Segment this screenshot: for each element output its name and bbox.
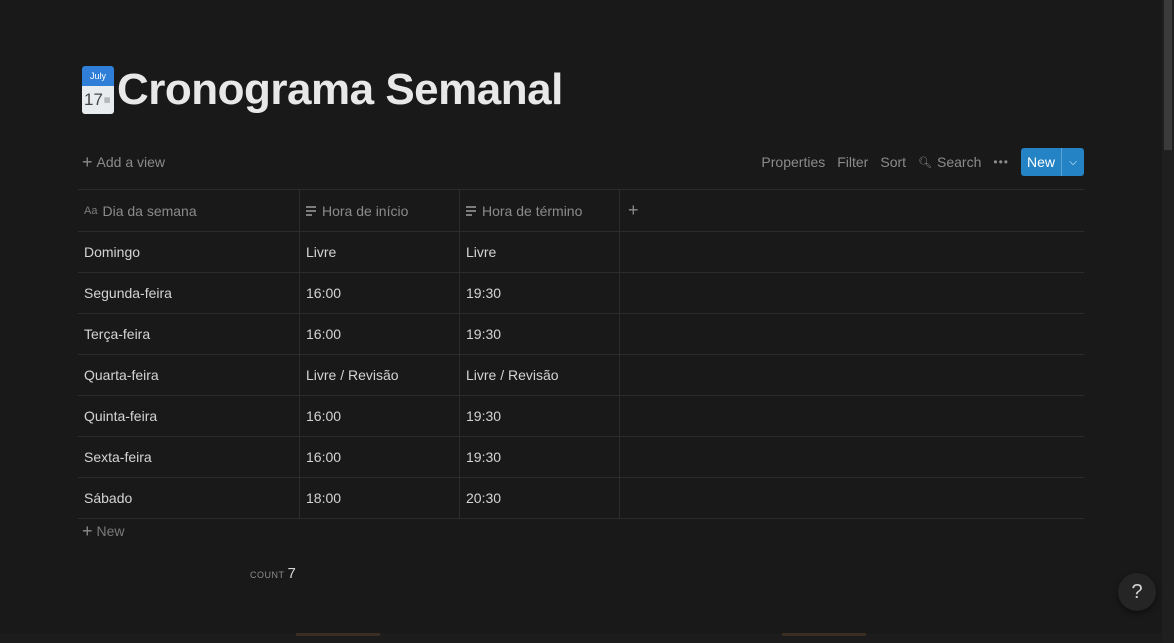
row-count[interactable]: COUNT 7: [250, 565, 296, 582]
calendar-icon[interactable]: July 17 ▦: [82, 66, 114, 114]
properties-button[interactable]: Properties: [761, 154, 825, 170]
page-header: July 17 ▦ Cronograma Semanal: [82, 62, 563, 118]
add-row-label: New: [96, 523, 125, 539]
page-title[interactable]: Cronograma Semanal: [117, 65, 563, 115]
cell-dia-da-semana[interactable]: Domingo: [78, 232, 299, 272]
cell-hora-de-termino[interactable]: 20:30: [459, 478, 619, 518]
divider: [782, 633, 866, 636]
cell-hora-de-inicio[interactable]: Livre: [299, 232, 459, 272]
cell-hora-de-termino[interactable]: Livre / Revisão: [459, 355, 619, 395]
table-row[interactable]: Sábado 18:00 20:30: [78, 477, 1084, 519]
help-icon: ?: [1131, 580, 1143, 603]
cell-empty: [619, 273, 1084, 313]
cell-empty: [619, 478, 1084, 518]
text-property-icon: [466, 204, 476, 218]
cell-hora-de-inicio[interactable]: 16:00: [299, 314, 459, 354]
plus-icon: +: [82, 521, 93, 541]
cell-dia-da-semana[interactable]: Sábado: [78, 478, 299, 518]
cell-dia-da-semana[interactable]: Quarta-feira: [78, 355, 299, 395]
cell-hora-de-inicio[interactable]: 16:00: [299, 273, 459, 313]
new-button[interactable]: New ⌵: [1020, 148, 1084, 176]
table-header-row: Aa Dia da semana Hora de início Hora de …: [78, 189, 1084, 231]
table-row[interactable]: Quarta-feira Livre / Revisão Livre / Rev…: [78, 354, 1084, 395]
add-view-label: Add a view: [96, 154, 165, 170]
cell-hora-de-inicio[interactable]: 18:00: [299, 478, 459, 518]
help-button[interactable]: ?: [1118, 573, 1156, 611]
cell-hora-de-inicio[interactable]: 16:00: [299, 437, 459, 477]
filter-button[interactable]: Filter: [837, 154, 868, 170]
title-property-icon: Aa: [84, 204, 98, 217]
add-property-button[interactable]: +: [619, 190, 1084, 231]
cell-hora-de-inicio[interactable]: Livre / Revisão: [299, 355, 459, 395]
new-button-label[interactable]: New: [1021, 148, 1061, 176]
more-options-icon[interactable]: •••: [993, 155, 1009, 169]
table-row[interactable]: Sexta-feira 16:00 19:30: [78, 436, 1084, 477]
cell-hora-de-termino[interactable]: 19:30: [459, 273, 619, 313]
cell-hora-de-termino[interactable]: 19:30: [459, 437, 619, 477]
count-value: 7: [287, 565, 296, 582]
column-header-hora-de-inicio[interactable]: Hora de início: [299, 190, 459, 231]
scrollbar-thumb[interactable]: [1164, 0, 1172, 150]
cell-hora-de-termino[interactable]: 19:30: [459, 314, 619, 354]
page: July 17 ▦ Cronograma Semanal + Add a vie…: [0, 0, 1174, 643]
cell-dia-da-semana[interactable]: Quinta-feira: [78, 396, 299, 436]
search-button[interactable]: 🔍︎ Search: [918, 154, 981, 170]
search-icon: 🔍︎: [918, 156, 933, 169]
table-row[interactable]: Terça-feira 16:00 19:30: [78, 313, 1084, 354]
column-header-hora-de-termino[interactable]: Hora de término: [459, 190, 619, 231]
divider: [296, 633, 380, 636]
add-view-button[interactable]: + Add a view: [82, 153, 165, 171]
cell-dia-da-semana[interactable]: Terça-feira: [78, 314, 299, 354]
cell-hora-de-termino[interactable]: Livre: [459, 232, 619, 272]
table-row[interactable]: Quinta-feira 16:00 19:30: [78, 395, 1084, 436]
table-row[interactable]: Segunda-feira 16:00 19:30: [78, 272, 1084, 313]
cell-empty: [619, 396, 1084, 436]
calendar-grid-icon: ▦: [103, 97, 111, 104]
database-toolbar: + Add a view Properties Filter Sort 🔍︎ S…: [82, 148, 1084, 176]
column-header-dia-da-semana[interactable]: Aa Dia da semana: [78, 190, 299, 231]
cell-dia-da-semana[interactable]: Segunda-feira: [78, 273, 299, 313]
count-label: COUNT: [250, 570, 285, 580]
plus-icon: +: [628, 200, 639, 220]
table-row[interactable]: Domingo Livre Livre: [78, 231, 1084, 272]
cell-dia-da-semana[interactable]: Sexta-feira: [78, 437, 299, 477]
cell-hora-de-termino[interactable]: 19:30: [459, 396, 619, 436]
calendar-icon-month: July: [82, 66, 114, 86]
sort-button[interactable]: Sort: [880, 154, 906, 170]
chevron-down-icon[interactable]: ⌵: [1061, 148, 1084, 176]
text-property-icon: [306, 204, 316, 218]
database-table: Aa Dia da semana Hora de início Hora de …: [78, 189, 1084, 519]
toolbar-actions: Properties Filter Sort 🔍︎ Search ••• New…: [749, 148, 1084, 176]
calendar-icon-day: 17: [84, 90, 103, 109]
plus-icon: +: [82, 152, 93, 172]
bottom-edge: [0, 633, 1162, 643]
vertical-scrollbar[interactable]: [1162, 0, 1174, 643]
cell-empty: [619, 232, 1084, 272]
search-label: Search: [937, 154, 982, 170]
cell-empty: [619, 355, 1084, 395]
cell-hora-de-inicio[interactable]: 16:00: [299, 396, 459, 436]
cell-empty: [619, 437, 1084, 477]
cell-empty: [619, 314, 1084, 354]
add-row-button[interactable]: + New: [82, 522, 125, 540]
